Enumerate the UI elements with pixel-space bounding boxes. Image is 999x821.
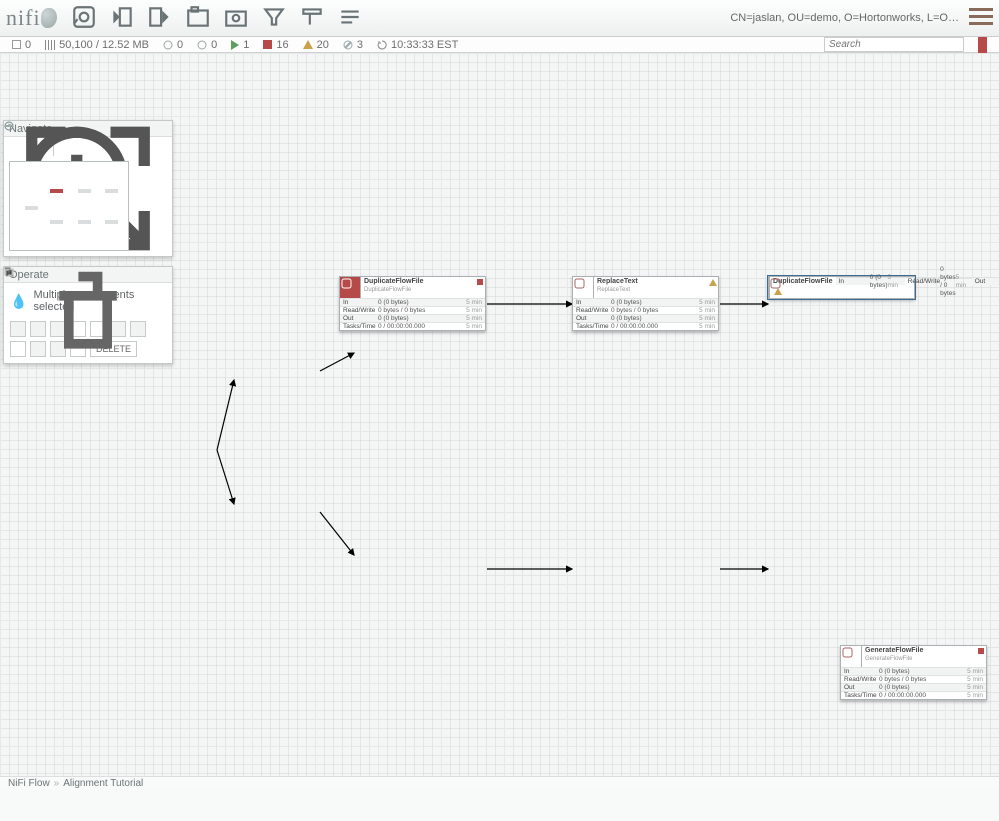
upload-template-button [130, 321, 146, 337]
add-remote-group-icon[interactable] [223, 4, 249, 33]
breadcrumb-current[interactable]: Alignment Tutorial [63, 778, 143, 789]
status-groups: 0 [12, 39, 31, 51]
template-button [110, 321, 126, 337]
search-box[interactable] [824, 37, 964, 52]
add-processor-icon[interactable] [71, 4, 97, 33]
add-funnel-icon[interactable] [261, 4, 287, 33]
app-header: nifi CN=jaslan, OU=demo, O=Hortonworks, … [0, 0, 999, 37]
add-process-group-icon[interactable] [185, 4, 211, 33]
add-output-port-icon[interactable] [147, 4, 173, 33]
navigate-panel: Navigate 1:1 [3, 120, 173, 257]
disable-button [50, 321, 66, 337]
queued-icon [45, 40, 55, 50]
status-transmitting-in: 0 [163, 39, 183, 51]
global-menu-button[interactable] [969, 8, 993, 29]
processor-replacetext[interactable]: ReplaceTextReplaceText In0 (0 bytes)5 mi… [572, 276, 719, 331]
stopped-icon [263, 40, 272, 49]
status-disabled: 3 [343, 39, 363, 51]
navigate-title: Navigate [9, 123, 167, 135]
status-stopped: 16 [263, 39, 288, 51]
zoom-in-button[interactable] [9, 142, 23, 156]
running-icon [231, 40, 239, 50]
processor-duplicateflowfile-1[interactable]: DuplicateFlowFileDuplicateFlowFile In0 (… [339, 276, 486, 331]
add-input-port-icon[interactable] [109, 4, 135, 33]
flow-status-bar: 0 50,100 / 12.52 MB 0 0 1 16 20 3 10:33:… [0, 37, 999, 53]
user-identity: CN=jaslan, OU=demo, O=Hortonworks, L=O… [730, 12, 959, 24]
app-logo: nifi [6, 5, 71, 31]
configure-button [10, 321, 26, 337]
processor-icon [340, 277, 361, 298]
status-queued: 50,100 / 12.52 MB [45, 39, 149, 51]
processor-icon [841, 646, 862, 667]
stopped-badge [976, 646, 986, 667]
stop-button[interactable] [90, 321, 106, 337]
status-running: 1 [231, 39, 249, 51]
stopped-badge [475, 277, 485, 298]
color-button[interactable] [70, 341, 86, 357]
breadcrumb-root[interactable]: NiFi Flow [8, 778, 50, 789]
invalid-icon [303, 40, 313, 49]
flow-canvas[interactable]: DuplicateFlowFileDuplicateFlowFile In0 (… [0, 53, 999, 789]
bulletin-indicator[interactable] [978, 37, 987, 53]
processor-duplicateflowfile-2[interactable]: DuplicateFlowFile In0 (0 bytes)5 min Rea… [768, 276, 915, 299]
zoom-fit-button[interactable] [62, 142, 76, 156]
breadcrumb-bar: NiFi Flow » Alignment Tutorial [0, 776, 999, 789]
add-label-icon[interactable] [337, 4, 363, 33]
search-input[interactable] [829, 39, 963, 50]
status-transmitting-out: 0 [197, 39, 217, 51]
add-template-icon[interactable] [299, 4, 325, 33]
delete-button[interactable]: DELETE [90, 341, 137, 357]
operate-title: Operate [9, 269, 167, 281]
status-refresh[interactable]: 10:33:33 EST [377, 39, 458, 51]
operate-panel: Operate 💧 Multiple components selected D… [3, 266, 173, 364]
droplet-icon: 💧 [10, 293, 27, 310]
processor-icon [573, 277, 594, 298]
status-invalid: 20 [303, 39, 329, 51]
operate-selection-text: Multiple components selected [33, 289, 166, 313]
logo-drop-icon [41, 8, 57, 28]
paste-button [30, 341, 46, 357]
component-toolbar [71, 4, 363, 33]
enable-button [30, 321, 46, 337]
processor-generateflowfile[interactable]: GenerateFlowFileGenerateFlowFile In0 (0 … [840, 645, 987, 700]
warning-badge [773, 286, 783, 295]
group-button [50, 341, 66, 357]
start-button[interactable] [70, 321, 86, 337]
birdseye-view[interactable] [9, 161, 129, 251]
copy-button[interactable] [10, 341, 26, 357]
zoom-actual-button[interactable]: 1:1 [84, 142, 98, 156]
zoom-out-button[interactable] [31, 142, 45, 156]
warning-badge [708, 277, 718, 298]
